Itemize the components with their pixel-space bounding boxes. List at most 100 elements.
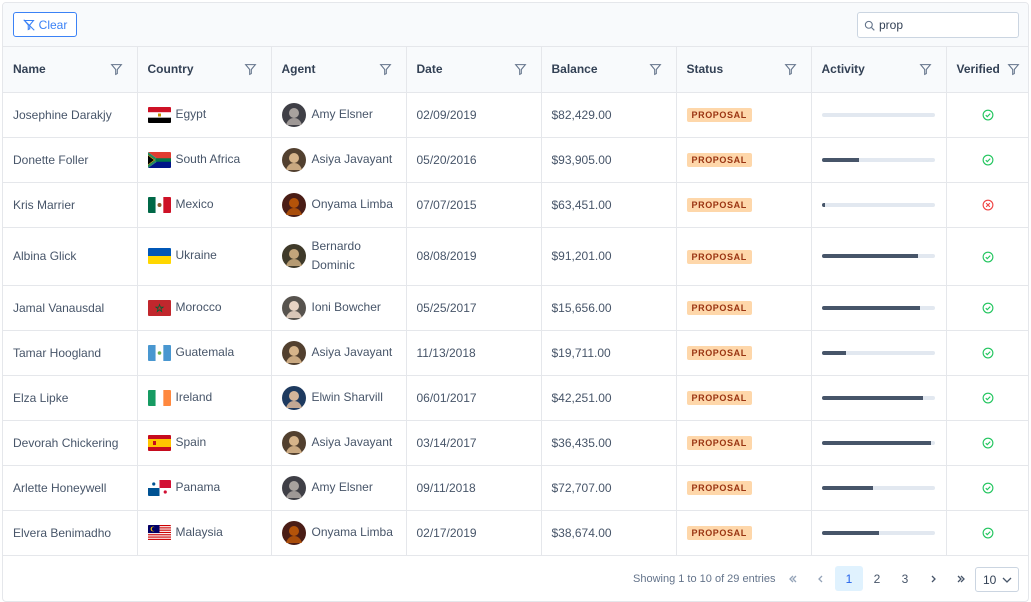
clear-filters-button[interactable]: Clear: [13, 12, 77, 37]
table-row[interactable]: Elza Lipke Ireland Elwin Sharvill 06/01/201…: [3, 375, 1028, 421]
cell-activity: [811, 285, 947, 331]
activity-progress-bar: [821, 305, 935, 310]
cell-name: Jamal Vanausdal: [3, 285, 138, 331]
filter-icon[interactable]: [109, 63, 123, 76]
chevrons-left-icon: [789, 575, 797, 582]
table-row[interactable]: Arlette Honeywell Panama Amy Elsner 09/11/2…: [3, 465, 1028, 511]
table-row[interactable]: Kris Marrier Mexico Onyama Limba 07/07/2015…: [3, 182, 1028, 228]
column-header-agent[interactable]: Agent: [271, 47, 407, 93]
country-flag-icon: [147, 196, 171, 213]
date-value: 09/11/2018: [416, 480, 476, 495]
column-header-status[interactable]: Status: [676, 47, 812, 93]
country-flag-icon: [147, 106, 171, 123]
avatar: [281, 430, 306, 455]
cell-activity: [811, 92, 947, 138]
balance-value: $15,656.00: [551, 300, 612, 315]
page-button-3[interactable]: 3: [891, 566, 919, 591]
cell-activity: [811, 465, 947, 511]
activity-progress-bar: [821, 202, 935, 207]
rows-per-page-dropdown[interactable]: 10: [975, 567, 1019, 592]
prev-page-button[interactable]: [807, 566, 835, 591]
status-badge: PROPOSAL: [686, 301, 752, 315]
cell-status: PROPOSAL: [676, 182, 812, 228]
cell-status: PROPOSAL: [676, 465, 812, 511]
first-page-button[interactable]: [779, 566, 807, 591]
cell-agent: Onyama Limba: [271, 182, 407, 228]
cell-agent: Amy Elsner: [271, 92, 407, 138]
cell-date: 05/20/2016: [406, 137, 542, 183]
country-name: Mexico: [175, 196, 214, 211]
page-button-1[interactable]: 1: [835, 566, 863, 591]
column-header-activity[interactable]: Activity: [811, 47, 947, 93]
agent-name: Onyama Limba: [311, 197, 393, 211]
header-row: Name Country Agent Date Balance Status Activit…: [3, 47, 1028, 93]
country-name: Ukraine: [175, 248, 217, 263]
last-page-button[interactable]: [947, 566, 975, 591]
activity-progress-bar: [821, 254, 935, 258]
cell-balance: $38,674.00: [541, 510, 677, 556]
cell-agent: Onyama Limba: [271, 510, 407, 556]
paginator: Showing 1 to 10 of 29 entries 1 2 3 10: [3, 554, 1028, 601]
cell-verified: [946, 285, 1028, 331]
cell-name: Kris Marrier: [3, 182, 138, 228]
avatar: [281, 340, 306, 365]
table-row[interactable]: Albina Glick Ukraine Bernardo Dominic 08/08…: [3, 227, 1028, 286]
column-header-verified[interactable]: Verified: [946, 47, 1028, 93]
cell-agent: Asiya Javayant: [271, 137, 407, 183]
activity-progress-fill: [821, 157, 859, 162]
search-input[interactable]: [858, 13, 1018, 37]
cell-activity: [811, 375, 947, 421]
table-row[interactable]: Jamal Vanausdal Morocco Ioni Bowcher 05/25/…: [3, 285, 1028, 331]
date-value: 06/01/2017: [416, 390, 477, 405]
table-row[interactable]: Tamar Hoogland Guatemala Asiya Javayant 11/…: [3, 330, 1028, 376]
cell-date: 05/25/2017: [406, 285, 542, 331]
cell-date: 06/01/2017: [406, 375, 542, 421]
table-row[interactable]: Elvera Benimadho Malaysia Onyama Limba 02/1…: [3, 510, 1028, 556]
cell-activity: [811, 420, 947, 466]
page-controls: 1 2 3: [779, 566, 975, 591]
column-header-date[interactable]: Date: [406, 47, 542, 93]
clear-label: Clear: [38, 17, 68, 32]
table-row[interactable]: Donette Foller South Africa Asiya Javayant…: [3, 137, 1028, 183]
filter-icon[interactable]: [513, 63, 527, 76]
filter-icon[interactable]: [918, 63, 932, 76]
check-circle-icon: [982, 109, 994, 121]
filter-icon[interactable]: [378, 63, 392, 76]
activity-progress-bar: [821, 157, 935, 162]
filter-icon[interactable]: [648, 63, 662, 76]
country-name: Ireland: [175, 389, 213, 404]
avatar: [281, 385, 306, 410]
filter-icon[interactable]: [243, 63, 257, 76]
cell-verified: [946, 510, 1028, 556]
customer-name: Donette Foller: [13, 152, 89, 167]
table-body: Josephine Darakjy Egypt Amy Elsner 02/09/20…: [3, 92, 1028, 556]
customer-name: Devorah Chickering: [13, 435, 119, 450]
cell-country: Guatemala: [137, 330, 272, 376]
filter-icon[interactable]: [783, 63, 797, 76]
country-name: Guatemala: [175, 344, 235, 359]
next-page-button[interactable]: [919, 566, 947, 591]
table-row[interactable]: Josephine Darakjy Egypt Amy Elsner 02/09/20…: [3, 92, 1028, 138]
activity-progress-fill: [821, 395, 924, 400]
column-header-name[interactable]: Name: [3, 47, 138, 93]
country-flag-icon: [147, 151, 171, 168]
filter-icon[interactable]: [1007, 63, 1020, 76]
table-row[interactable]: Devorah Chickering Spain Asiya Javayant 03/…: [3, 420, 1028, 466]
country-flag-icon: [147, 248, 171, 264]
status-badge: PROPOSAL: [686, 481, 752, 495]
country-name: South Africa: [175, 151, 241, 166]
column-header-balance[interactable]: Balance: [541, 47, 677, 93]
avatar: [281, 295, 306, 320]
country-name: Morocco: [175, 299, 222, 314]
balance-value: $36,435.00: [551, 435, 612, 450]
column-header-country[interactable]: Country: [137, 47, 272, 93]
cell-balance: $91,201.00: [541, 227, 677, 286]
status-badge: PROPOSAL: [686, 526, 752, 540]
page-button-2[interactable]: 2: [863, 566, 891, 591]
customers-table: Name Country Agent Date Balance Status Activit…: [3, 47, 1028, 556]
agent-name: Onyama Limba: [311, 525, 393, 539]
date-value: 07/07/2015: [416, 197, 477, 212]
data-table-panel: Clear Name Country Agent Date Balance Status A…: [2, 2, 1029, 602]
search-field[interactable]: [857, 12, 1019, 38]
filter-slash-icon: [23, 18, 35, 31]
